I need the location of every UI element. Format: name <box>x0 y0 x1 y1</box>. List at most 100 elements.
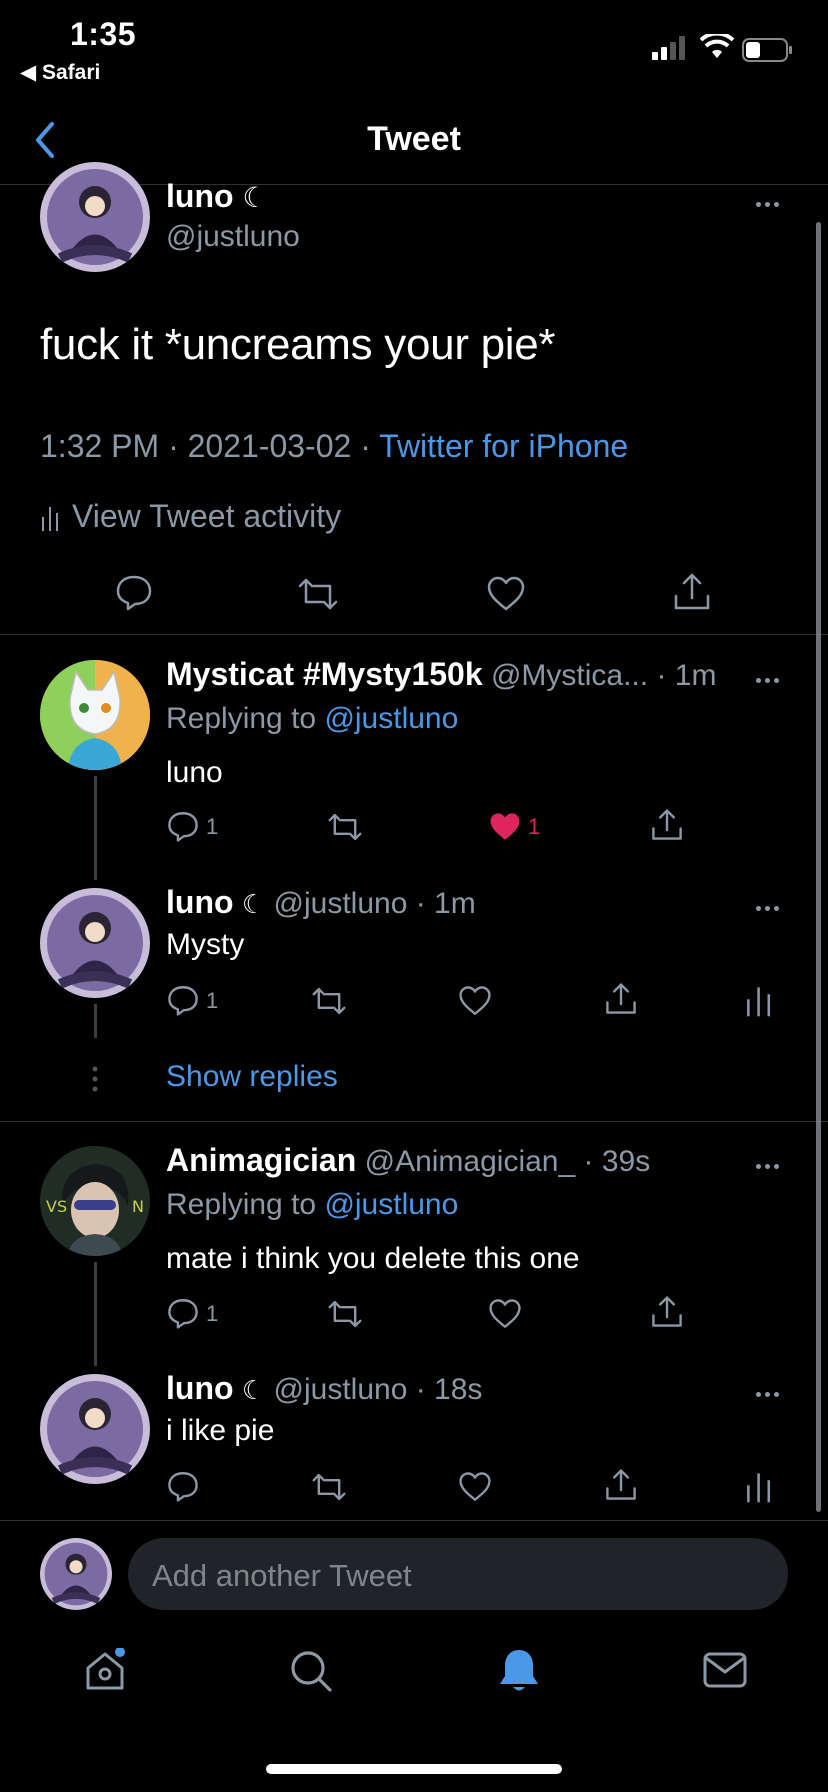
display-name[interactable]: luno ☾ <box>166 178 268 215</box>
more-options-icon[interactable] <box>756 1156 786 1169</box>
notifications-bell-icon[interactable] <box>496 1646 542 1694</box>
tweet-source-link[interactable]: Twitter for iPhone <box>379 428 628 464</box>
divider <box>0 634 828 635</box>
like-icon[interactable] <box>458 984 492 1018</box>
thread-line <box>94 1262 97 1366</box>
retweet-icon[interactable] <box>328 1297 362 1331</box>
replying-to-link[interactable]: @justluno <box>324 702 458 735</box>
tweet-age: · 1m <box>656 659 717 692</box>
reply-count: 1 <box>206 814 219 839</box>
reply-header: luno ☾ @justluno · 18s <box>166 1370 482 1407</box>
replying-to-link[interactable]: @justluno <box>324 1188 458 1221</box>
avatar[interactable] <box>40 888 150 998</box>
reply-icon[interactable] <box>166 1469 200 1503</box>
status-bar: 1:35 ◀ Safari <box>0 0 828 100</box>
battery-icon <box>742 38 794 62</box>
wifi-icon <box>699 31 735 60</box>
more-options-icon[interactable] <box>756 898 786 911</box>
display-name-text: luno <box>166 178 234 214</box>
reply-header: Animagician @Animagician_ · 39s <box>166 1142 650 1179</box>
thread-line <box>94 1004 97 1038</box>
user-handle[interactable]: @justluno <box>166 220 300 254</box>
tweet-date: 2021-03-02 <box>187 428 352 464</box>
user-handle[interactable]: @Mystica... <box>491 659 648 692</box>
reply-header: Mysticat #Mysty150k @Mystica... · 1m <box>166 656 716 693</box>
more-options-icon[interactable] <box>756 670 786 683</box>
share-icon[interactable] <box>650 1295 684 1329</box>
avatar[interactable] <box>40 1374 150 1484</box>
user-handle[interactable]: @justluno <box>274 1373 408 1406</box>
thread-dots <box>92 1066 98 1092</box>
replying-prefix: Replying to <box>166 1188 317 1221</box>
replying-to: Replying to @justluno <box>166 1188 458 1222</box>
meta-separator: · <box>360 428 371 464</box>
view-tweet-activity[interactable]: View Tweet activity <box>40 498 341 535</box>
reply-header: luno ☾ @justluno · 1m <box>166 884 476 921</box>
tweet-text: i like pie <box>166 1414 275 1447</box>
avatar[interactable]: VS N <box>40 1146 150 1256</box>
messages-mail-icon[interactable] <box>702 1650 748 1690</box>
liked-heart-icon[interactable] <box>488 810 522 844</box>
tweet-text: mate i think you delete this one <box>166 1242 580 1275</box>
analytics-icon[interactable] <box>742 1470 776 1504</box>
back-app-label: Safari <box>41 61 101 84</box>
moon-icon: ☾ <box>241 889 266 919</box>
tweet-text: fuck it *uncreams your pie* <box>40 320 556 369</box>
retweet-icon[interactable] <box>298 574 338 614</box>
svg-text:VS: VS <box>46 1197 67 1216</box>
like-icon[interactable] <box>488 1297 522 1331</box>
tweet-time: 1:32 PM <box>40 428 160 464</box>
analytics-icon <box>40 502 62 531</box>
share-icon[interactable] <box>672 572 712 612</box>
like-icon[interactable] <box>486 574 526 614</box>
like-icon[interactable] <box>458 1470 492 1504</box>
like-count: 1 <box>528 814 541 839</box>
share-icon[interactable] <box>604 982 638 1016</box>
retweet-icon[interactable] <box>328 810 362 844</box>
search-icon[interactable] <box>288 1648 334 1694</box>
avatar[interactable] <box>40 660 150 770</box>
display-name[interactable]: luno <box>166 884 234 920</box>
tweet-age: · 39s <box>583 1145 651 1178</box>
cellular-signal-icon <box>652 36 690 60</box>
tweet-text: Mysty <box>166 928 245 961</box>
display-name[interactable]: Animagician <box>166 1142 356 1178</box>
share-icon[interactable] <box>604 1468 638 1502</box>
tweet-age: · 1m <box>415 887 476 920</box>
view-activity-label: View Tweet activity <box>72 498 342 534</box>
thread-line <box>94 776 97 880</box>
add-tweet-input[interactable]: Add another Tweet <box>128 1538 788 1610</box>
home-icon[interactable] <box>82 1647 128 1694</box>
reply-icon[interactable] <box>166 1296 200 1330</box>
reply-count: 1 <box>206 1301 219 1326</box>
reply-icon[interactable] <box>166 809 200 843</box>
divider <box>0 1121 828 1122</box>
replying-prefix: Replying to <box>166 702 317 735</box>
analytics-icon[interactable] <box>742 984 776 1018</box>
tab-bar <box>0 1628 828 1728</box>
back-to-safari[interactable]: ◀ Safari <box>20 60 100 85</box>
show-replies-link[interactable]: Show replies <box>166 1060 338 1094</box>
composer-avatar <box>40 1538 112 1610</box>
user-handle[interactable]: @Animagician_ <box>365 1145 576 1178</box>
display-name[interactable]: Mysticat #Mysty150k <box>166 656 483 692</box>
scrollbar[interactable] <box>816 222 821 1512</box>
replying-to: Replying to @justluno <box>166 702 458 736</box>
moon-icon: ☾ <box>241 1375 266 1405</box>
avatar[interactable] <box>40 162 150 272</box>
more-options-icon[interactable] <box>756 1384 786 1397</box>
svg-text:N: N <box>132 1197 144 1216</box>
moon-icon: ☾ <box>242 182 268 213</box>
retweet-icon[interactable] <box>312 1470 346 1504</box>
display-name[interactable]: luno <box>166 1370 234 1406</box>
reply-icon[interactable] <box>114 572 154 612</box>
retweet-icon[interactable] <box>312 984 346 1018</box>
meta-separator: · <box>168 428 179 464</box>
reply-count: 1 <box>206 988 219 1013</box>
share-icon[interactable] <box>650 808 684 842</box>
user-handle[interactable]: @justluno <box>274 887 408 920</box>
composer-placeholder: Add another Tweet <box>152 1558 412 1593</box>
reply-icon[interactable] <box>166 983 200 1017</box>
tweet-text: luno <box>166 756 223 789</box>
more-options-icon[interactable] <box>756 194 786 207</box>
